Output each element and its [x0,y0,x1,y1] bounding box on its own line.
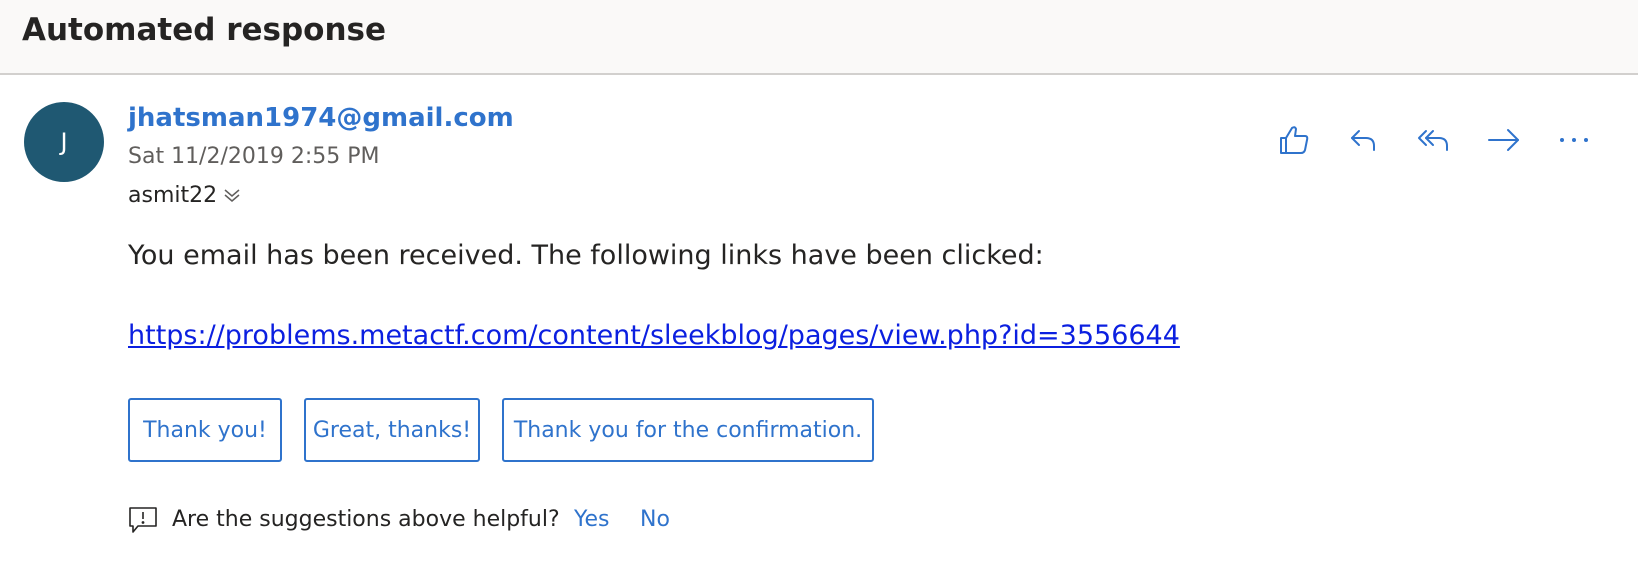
reply-all-icon [1417,124,1451,156]
forward-button[interactable] [1480,116,1528,164]
suggested-reply-thank-you[interactable]: Thank you! [128,398,282,462]
like-button[interactable] [1270,116,1318,164]
clicked-link[interactable]: https://problems.metactf.com/content/sle… [128,316,1180,356]
suggested-reply-great-thanks[interactable]: Great, thanks! [304,398,480,462]
feedback-no-link[interactable]: No [640,504,670,536]
message-body-text: You email has been received. The followi… [128,240,1044,271]
message-actions [1270,116,1610,164]
avatar[interactable]: J [24,102,104,182]
expand-recipients-icon[interactable] [223,186,241,204]
more-icon [1558,136,1590,144]
recipient-name: asmit22 [128,182,218,208]
suggestions-feedback: Are the suggestions above helpful? Yes N… [128,504,688,536]
sender-address[interactable]: jhatsman1974@gmail.com [128,98,514,138]
more-actions-button[interactable] [1550,116,1598,164]
email-subject: Automated response [22,12,387,48]
feedback-yes-link[interactable]: Yes [574,504,610,536]
thumbs-up-icon [1277,123,1311,157]
feedback-icon [128,505,158,539]
suggested-reply-confirmation[interactable]: Thank you for the confirmation. [502,398,874,462]
subject-bar: Automated response [0,0,1638,75]
sent-datetime: Sat 11/2/2019 2:55 PM [128,144,380,169]
forward-icon [1487,124,1521,156]
recipient[interactable]: asmit22 [128,179,241,211]
reply-all-button[interactable] [1410,116,1458,164]
reply-button[interactable] [1340,116,1388,164]
reply-icon [1348,124,1380,156]
feedback-question: Are the suggestions above helpful? [172,507,560,532]
